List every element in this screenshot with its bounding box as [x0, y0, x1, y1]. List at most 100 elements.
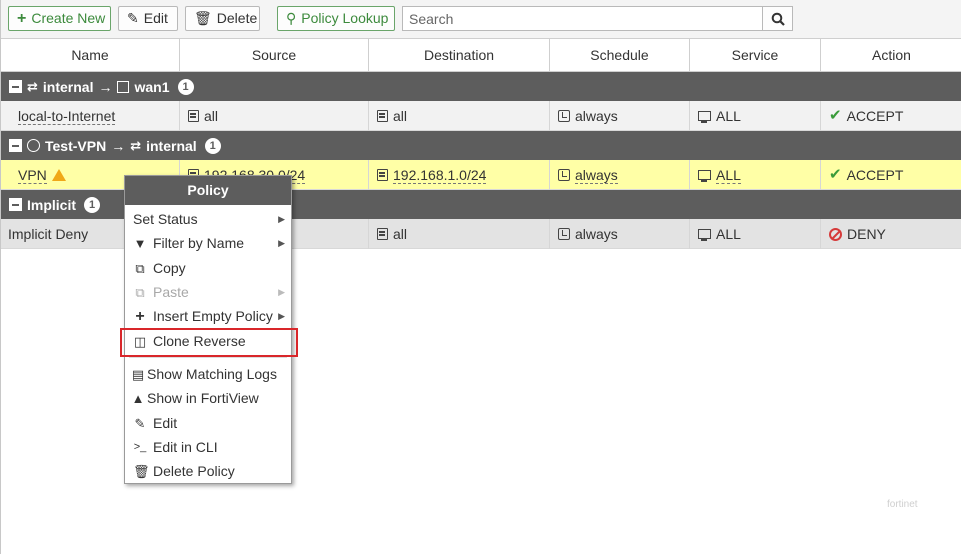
action-value: ACCEPT [846, 108, 904, 124]
menu-item-filter-by-name[interactable]: ▼ Filter by Name ▶ [125, 232, 291, 255]
destination-value: all [393, 108, 408, 124]
column-header-source[interactable]: Source [180, 39, 369, 72]
schedule-cell[interactable]: always [558, 160, 690, 190]
service-icon [698, 170, 711, 182]
submenu-arrow-icon: ▶ [278, 214, 285, 224]
group-header-internal-wan1[interactable]: ⇄ internal → wan1 1 [1, 72, 961, 101]
collapse-icon[interactable] [9, 198, 22, 211]
group-to: internal [146, 137, 197, 154]
menu-item-edit[interactable]: ✎ Edit [125, 412, 291, 435]
search-input[interactable] [402, 6, 763, 31]
column-header-destination[interactable]: Destination [369, 39, 550, 72]
menu-item-label: Delete Policy [153, 463, 235, 479]
annotation-highlight-box [120, 328, 298, 357]
menu-item-label: Paste [153, 284, 189, 300]
create-new-label: Create New [31, 10, 106, 26]
create-new-button[interactable]: + Create New [8, 6, 111, 31]
menu-item-label: Set Status [133, 211, 198, 227]
menu-item-label: Edit in CLI [153, 439, 218, 455]
collapse-icon[interactable] [9, 139, 22, 152]
count-badge: 1 [204, 137, 221, 154]
table-row[interactable]: local-to-Internet all all always ALL ✔ A… [1, 101, 961, 131]
submenu-arrow-icon: ▶ [278, 311, 285, 321]
terminal-icon: >_ [133, 441, 147, 453]
vpn-tunnel-icon [27, 139, 40, 152]
menu-item-set-status[interactable]: Set Status ▶ [125, 208, 291, 231]
wan-port-icon [117, 80, 130, 93]
filter-icon: ▼ [133, 236, 147, 251]
policy-lookup-label: Policy Lookup [301, 10, 389, 26]
column-header-name[interactable]: Name [1, 39, 180, 72]
action-cell[interactable]: ✔ ACCEPT [829, 101, 961, 131]
edit-button[interactable]: ✎ Edit [118, 6, 178, 31]
menu-item-label: Copy [153, 260, 186, 276]
chart-icon: ▲ [131, 391, 145, 406]
delete-button[interactable]: 🗑 Delete [185, 6, 260, 31]
schedule-cell[interactable]: always [558, 101, 690, 131]
service-cell[interactable]: ALL [698, 101, 821, 131]
table-header: Name Source Destination Schedule Service… [1, 38, 961, 72]
plus-icon: + [17, 9, 27, 27]
policy-name[interactable]: VPN [18, 167, 47, 184]
magnifier-icon: ⚲ [286, 10, 297, 26]
menu-item-label: Filter by Name [153, 235, 245, 251]
search-icon [771, 12, 785, 26]
service-value: ALL [716, 166, 741, 184]
service-cell[interactable]: ALL [698, 219, 821, 249]
submenu-arrow-icon: ▶ [278, 238, 285, 248]
action-value: ACCEPT [846, 167, 904, 183]
plus-icon: + [135, 308, 145, 325]
action-cell[interactable]: ✔ ACCEPT [829, 160, 961, 190]
pencil-icon: ✎ [127, 10, 139, 26]
schedule-value: always [575, 108, 618, 124]
address-icon [377, 169, 388, 181]
service-cell[interactable]: ALL [698, 160, 821, 190]
menu-separator [129, 357, 287, 358]
menu-item-show-in-fortiview[interactable]: ▲ Show in FortiView [125, 387, 291, 410]
service-value: ALL [716, 226, 741, 242]
source-cell[interactable]: all [188, 101, 369, 131]
service-value: ALL [716, 108, 741, 124]
search-button[interactable] [762, 6, 793, 31]
collapse-icon[interactable] [9, 80, 22, 93]
address-icon [188, 110, 199, 122]
menu-item-label: Show in FortiView [147, 390, 259, 406]
pencil-icon: ✎ [134, 416, 146, 431]
action-cell[interactable]: DENY [829, 219, 961, 249]
policy-name[interactable]: local-to-Internet [18, 108, 116, 125]
arrow-icon: → [111, 137, 126, 154]
count-badge: 1 [84, 196, 101, 213]
destination-value: all [393, 226, 408, 242]
menu-item-paste[interactable]: ⧉ Paste ▶ [125, 281, 291, 304]
policy-name: Implicit Deny [8, 226, 89, 242]
destination-cell[interactable]: all [377, 219, 550, 249]
interface-icon: ⇄ [130, 137, 142, 153]
watermark: fortinet [887, 499, 918, 510]
count-badge: 1 [177, 78, 194, 95]
group-title: Implicit [27, 196, 77, 213]
group-header-testvpn-internal[interactable]: Test-VPN → ⇄ internal 1 [1, 131, 961, 160]
menu-item-edit-in-cli[interactable]: >_ Edit in CLI [125, 436, 291, 459]
warning-icon [51, 169, 66, 181]
group-from: Test-VPN [45, 137, 107, 154]
column-header-action[interactable]: Action [821, 39, 961, 72]
destination-cell[interactable]: all [377, 101, 550, 131]
destination-cell[interactable]: 192.168.1.0/24 [377, 160, 550, 190]
interface-icon: ⇄ [27, 78, 38, 94]
trash-icon: 🗑 [133, 464, 150, 479]
copy-icon: ⧉ [135, 261, 145, 276]
policy-lookup-button[interactable]: ⚲ Policy Lookup [277, 6, 395, 31]
menu-item-delete-policy[interactable]: 🗑 Delete Policy [125, 460, 291, 483]
service-icon [698, 229, 711, 241]
deny-icon [829, 227, 842, 241]
column-header-service[interactable]: Service [690, 39, 821, 72]
menu-item-copy[interactable]: ⧉ Copy [125, 257, 291, 280]
menu-item-show-matching-logs[interactable]: ▤ Show Matching Logs [125, 363, 291, 386]
source-value: all [204, 108, 219, 124]
column-header-schedule[interactable]: Schedule [550, 39, 690, 72]
menu-item-insert-empty-policy[interactable]: + Insert Empty Policy ▶ [125, 305, 291, 328]
policy-name-cell[interactable]: local-to-Internet [18, 101, 180, 131]
group-to: wan1 [134, 78, 170, 95]
address-icon [377, 228, 388, 240]
schedule-cell[interactable]: always [558, 219, 690, 249]
